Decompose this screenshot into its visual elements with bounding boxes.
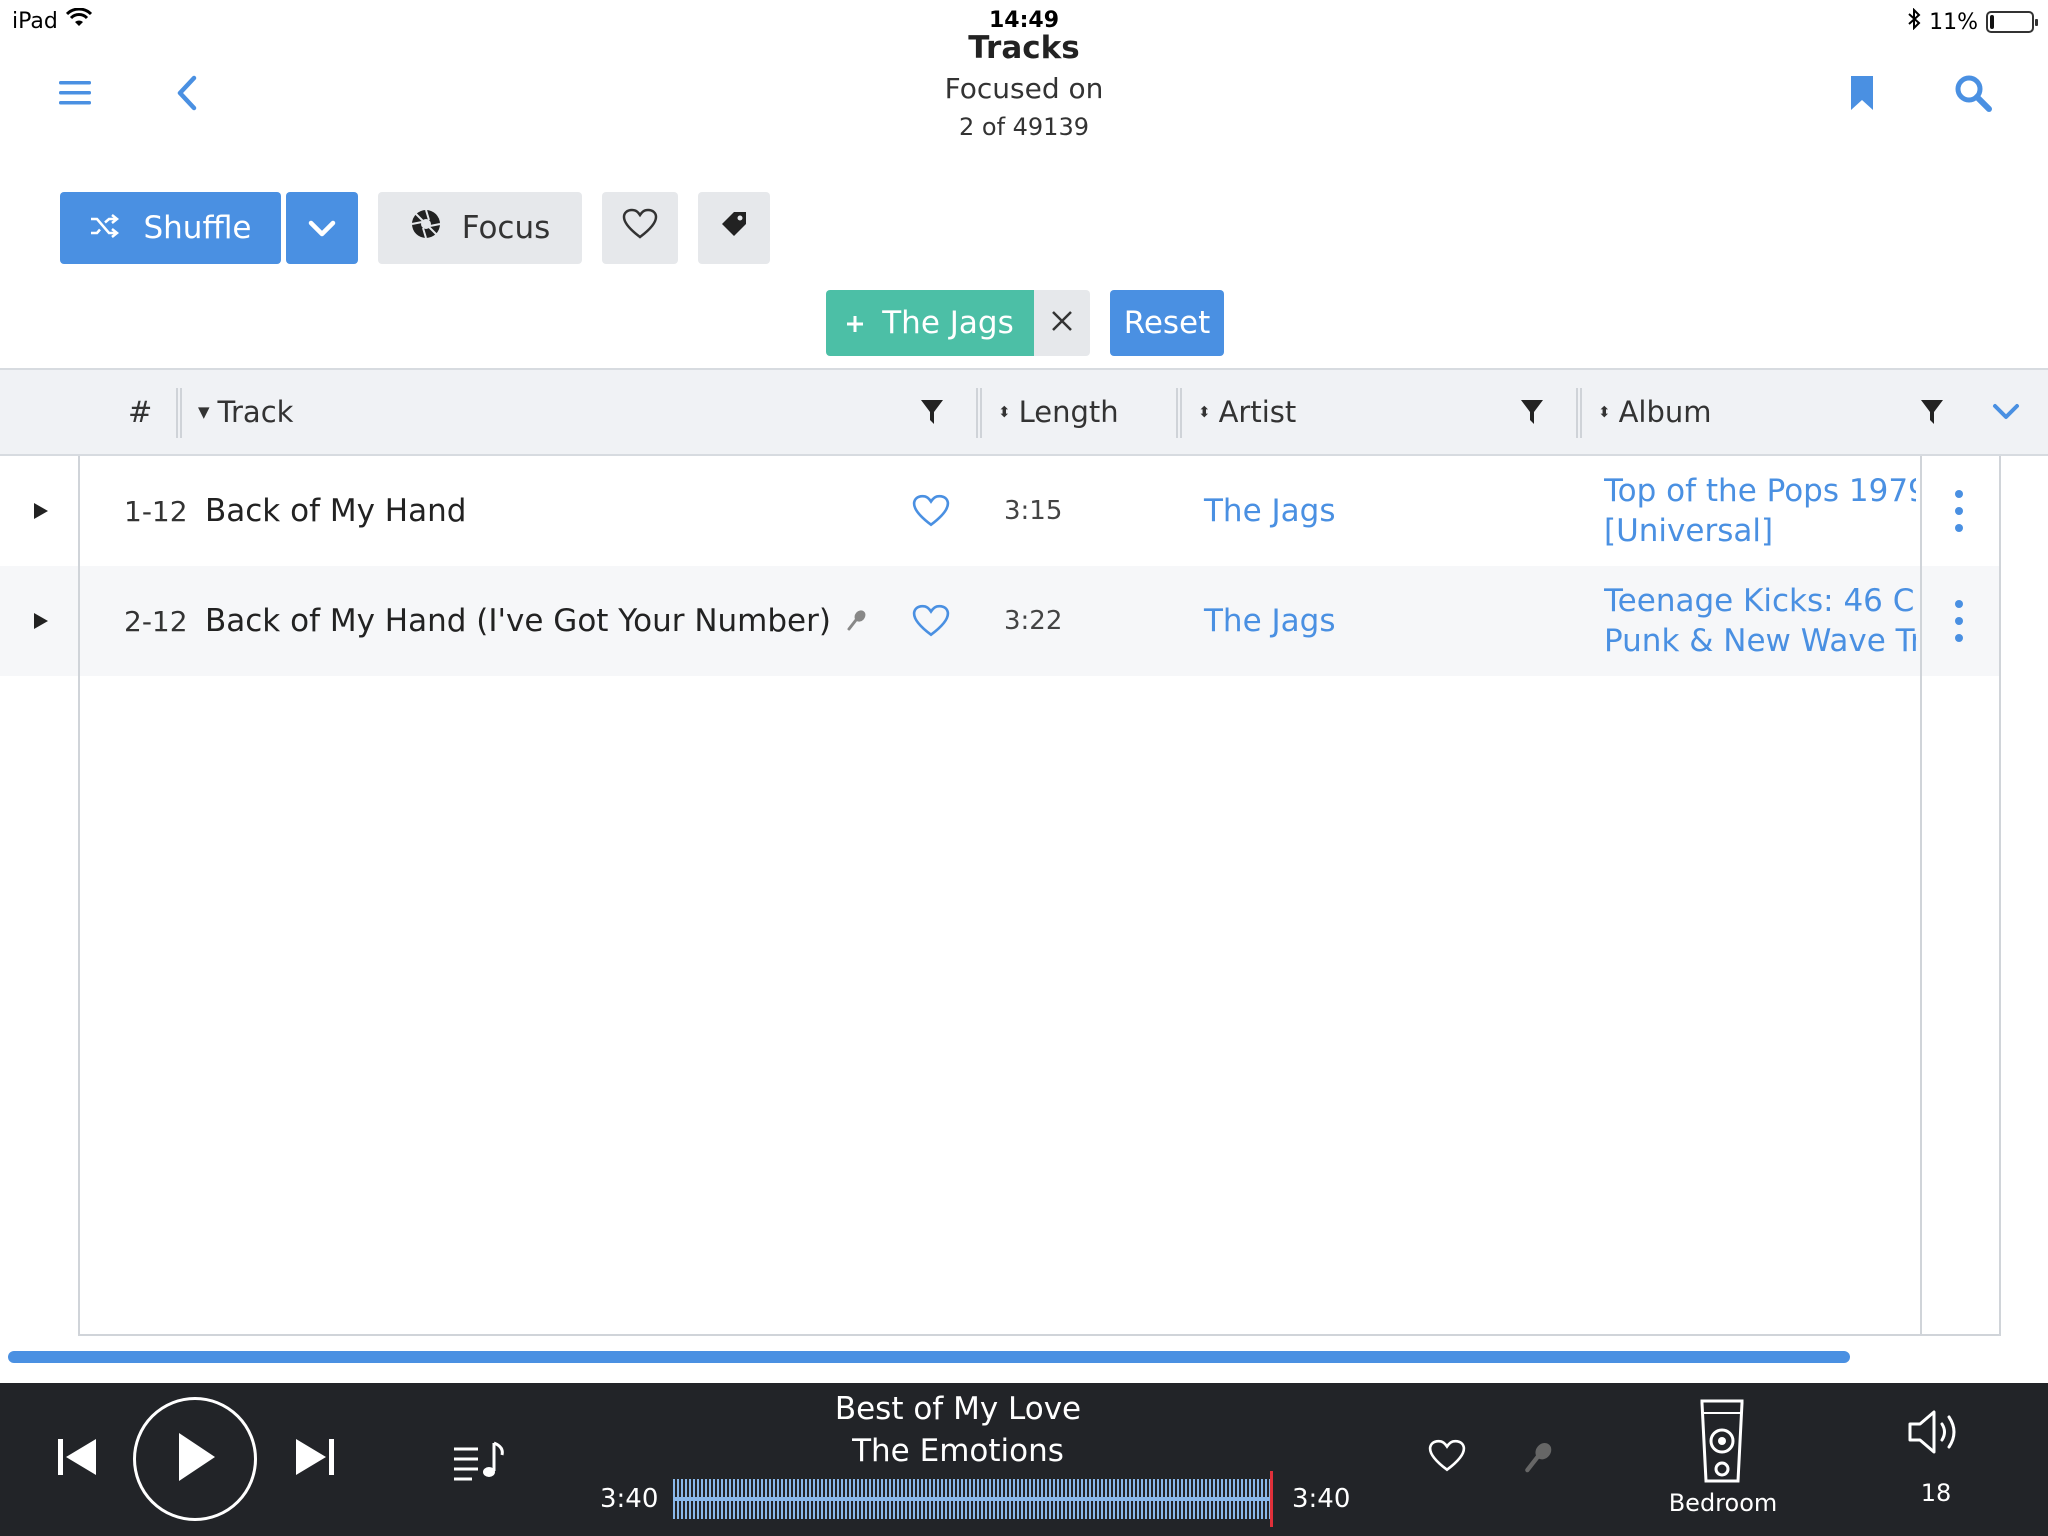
track-number: 1-12 <box>124 494 188 528</box>
now-playing-title[interactable]: Best of My Love <box>0 1391 1916 1427</box>
column-album[interactable]: ⬍ Album <box>1598 370 1712 454</box>
column-resize-handle[interactable] <box>1176 388 1182 438</box>
zone-label[interactable]: Bedroom <box>1648 1489 1798 1517</box>
heart-icon <box>622 208 658 248</box>
plus-icon <box>846 305 864 341</box>
column-divider <box>1920 456 1922 1334</box>
artist-link[interactable]: The Jags <box>1204 456 1335 566</box>
close-icon <box>1051 310 1073 336</box>
table-bottom-border <box>78 1334 2001 1336</box>
focus-button[interactable]: Focus <box>378 192 582 264</box>
remove-filter-button[interactable] <box>1034 290 1090 356</box>
column-track[interactable]: ▼ Track <box>198 370 293 454</box>
artist-filter-chip[interactable]: The Jags <box>826 290 1034 356</box>
result-count: 2 of 49139 <box>958 113 1089 141</box>
track-filter-icon[interactable] <box>920 370 944 454</box>
playhead[interactable] <box>1270 1471 1273 1527</box>
more-options-icon[interactable] <box>1954 456 1964 566</box>
page-subtitle: Focused on <box>944 72 1104 105</box>
heart-icon[interactable] <box>1428 1439 1466 1477</box>
album-filter-icon[interactable] <box>1920 370 1944 454</box>
battery-level <box>1990 15 1994 29</box>
column-divider <box>1999 456 2001 1334</box>
album-line: [Universal] <box>1604 513 1774 549</box>
column-length-label: Length <box>1018 395 1119 429</box>
focus-label: Focus <box>461 210 551 246</box>
heart-icon[interactable] <box>912 566 950 676</box>
tag-icon <box>719 209 749 247</box>
sort-icon: ⬍ <box>998 402 1011 421</box>
column-length[interactable]: ⬍ Length <box>998 370 1119 454</box>
reset-button[interactable]: Reset <box>1110 290 1224 356</box>
volume-level: 18 <box>1920 1479 1952 1507</box>
search-icon[interactable] <box>1950 70 1996 116</box>
column-resize-handle[interactable] <box>176 388 182 438</box>
play-row-icon[interactable] <box>32 566 50 676</box>
tag-button[interactable] <box>698 192 770 264</box>
artist-filter-icon[interactable] <box>1520 370 1544 454</box>
microphone-icon[interactable] <box>1524 1441 1554 1477</box>
column-album-label: Album <box>1618 395 1712 429</box>
columns-menu-icon[interactable] <box>1992 370 2020 454</box>
aperture-icon <box>410 208 442 248</box>
album-line: Punk & New Wave Tra <box>1604 623 1916 659</box>
sort-icon: ⬍ <box>1598 402 1611 421</box>
bookmark-icon[interactable] <box>1842 70 1882 116</box>
shuffle-label: Shuffle <box>143 210 252 246</box>
now-playing-bar: Best of My Love The Emotions 3:40 3:40 B… <box>0 1383 2048 1536</box>
column-resize-handle[interactable] <box>1576 388 1582 438</box>
chevron-down-icon <box>308 210 336 246</box>
elapsed-time: 3:40 <box>600 1484 659 1514</box>
microphone-icon <box>847 603 867 639</box>
table-header: # ▼ Track ⬍ Length ⬍ Artist ⬍ Album <box>0 368 2048 456</box>
more-options-icon[interactable] <box>1954 566 1964 676</box>
track-number: 2-12 <box>124 604 188 638</box>
now-playing-artist[interactable]: The Emotions <box>0 1433 1916 1469</box>
play-row-icon[interactable] <box>32 456 50 566</box>
track-title: Back of My Hand (I've Got Your Number) <box>205 603 831 639</box>
track-title[interactable]: Back of My Hand <box>205 456 466 566</box>
column-artist[interactable]: ⬍ Artist <box>1198 370 1296 454</box>
track-length: 3:15 <box>1004 496 1063 526</box>
album-link[interactable]: Top of the Pops 1979 [Universal] <box>1604 456 1916 566</box>
album-line: Top of the Pops 1979 <box>1604 473 1916 509</box>
total-time: 3:40 <box>1292 1484 1351 1514</box>
page-title: Tracks <box>968 30 1080 66</box>
album-link[interactable]: Teenage Kicks: 46 Clas Punk & New Wave T… <box>1604 566 1916 676</box>
volume-icon[interactable] <box>1906 1407 1966 1461</box>
horizontal-scrollbar[interactable] <box>8 1351 1850 1363</box>
artist-link[interactable]: The Jags <box>1204 566 1335 676</box>
waveform-center <box>673 1497 1273 1501</box>
sort-desc-icon: ▼ <box>198 402 210 421</box>
column-artist-label: Artist <box>1218 395 1297 429</box>
column-number[interactable]: # <box>128 370 152 454</box>
heart-icon[interactable] <box>912 456 950 566</box>
shuffle-options-button[interactable] <box>286 192 358 264</box>
column-track-label: Track <box>217 395 294 429</box>
shuffle-icon <box>89 210 120 246</box>
table-row[interactable]: 2-12 Back of My Hand (I've Got Your Numb… <box>0 566 2000 676</box>
track-length: 3:22 <box>1004 606 1063 636</box>
chip-label: The Jags <box>882 305 1014 341</box>
column-resize-handle[interactable] <box>976 388 982 438</box>
table-row[interactable]: 1-12 Back of My Hand 3:15 The Jags Top o… <box>0 456 2000 566</box>
shuffle-button[interactable]: Shuffle <box>60 192 281 264</box>
column-divider <box>78 456 80 1334</box>
track-title-cell[interactable]: Back of My Hand (I've Got Your Number) <box>205 566 867 676</box>
speaker-zone-icon[interactable] <box>1694 1395 1750 1489</box>
favorites-button[interactable] <box>602 192 678 264</box>
sort-icon: ⬍ <box>1198 402 1211 421</box>
album-line: Teenage Kicks: 46 Clas <box>1604 583 1916 619</box>
